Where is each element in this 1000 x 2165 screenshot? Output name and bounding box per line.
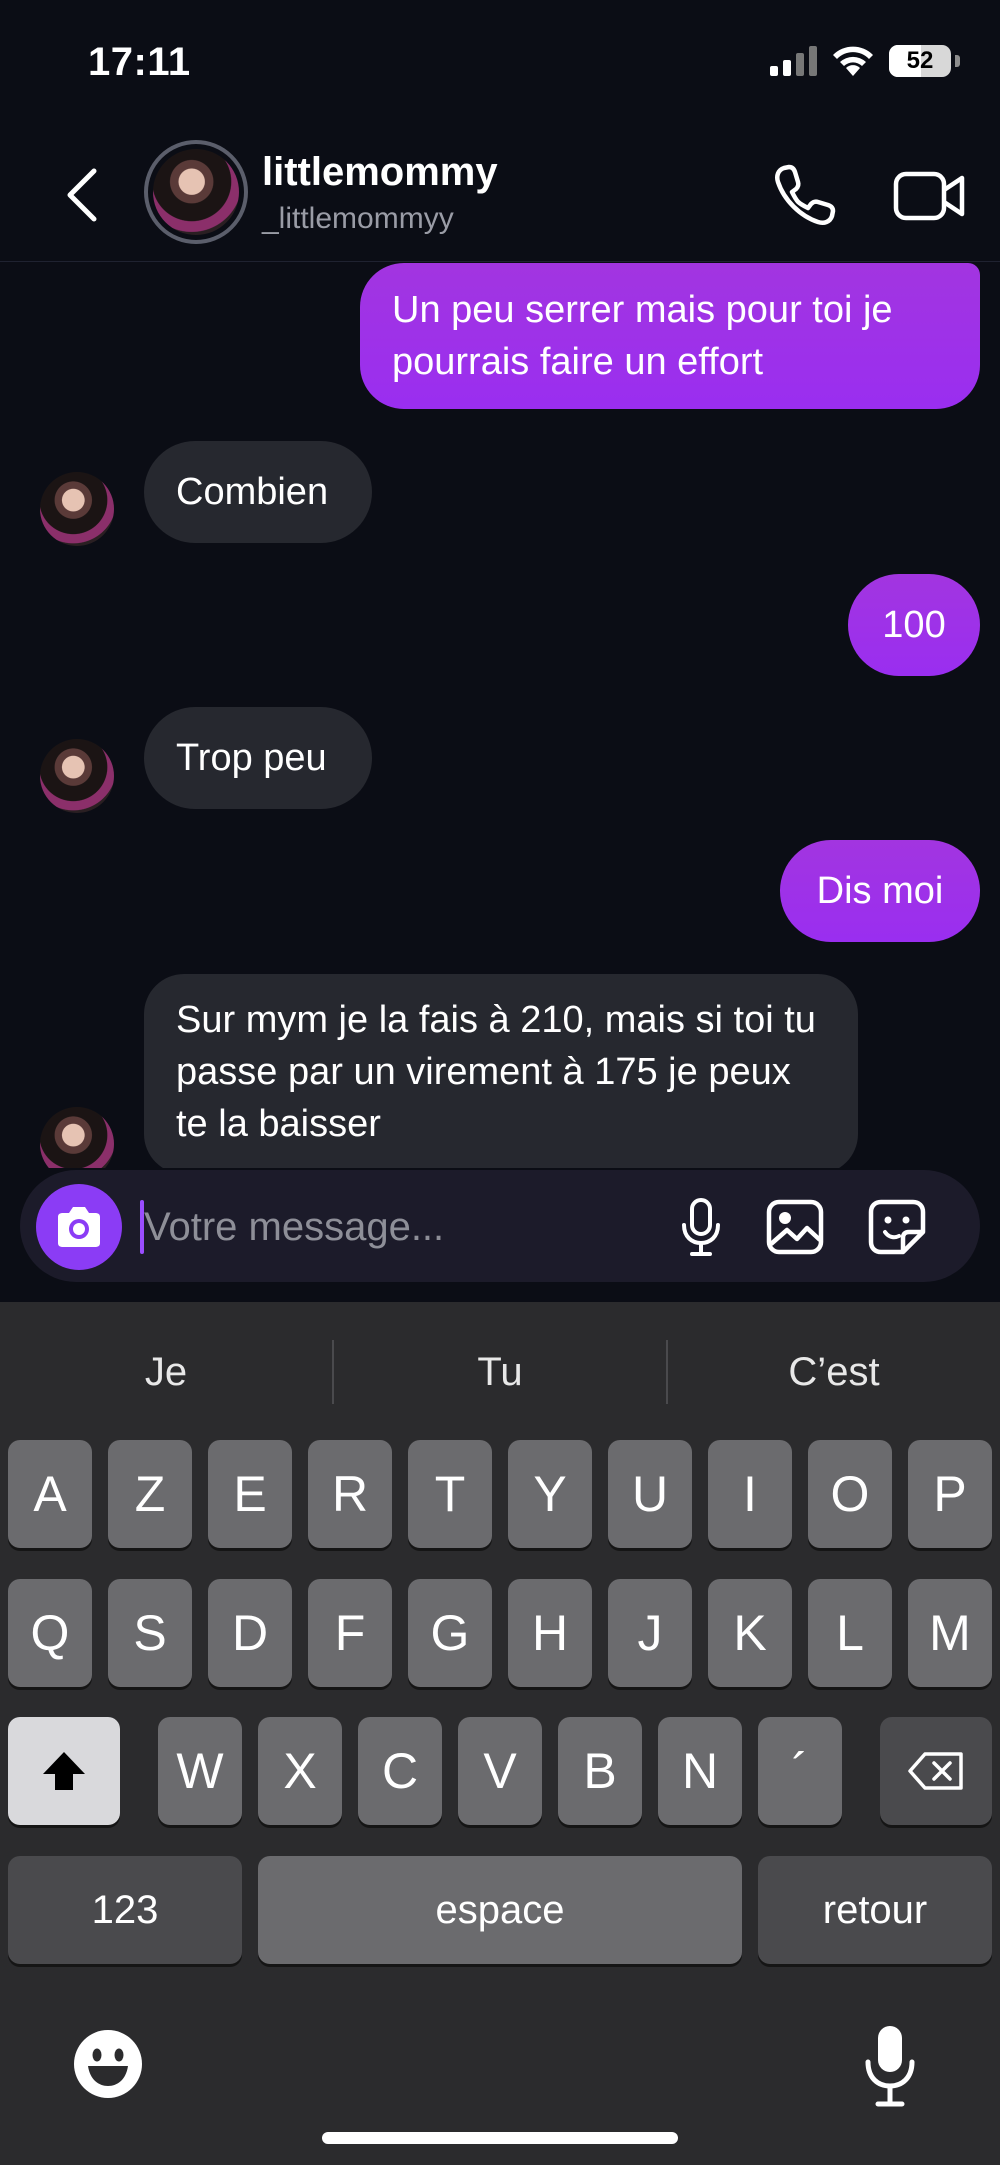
battery-icon: 52 xyxy=(889,45,951,77)
key[interactable]: V xyxy=(458,1717,542,1825)
key[interactable]: S xyxy=(108,1579,192,1687)
key[interactable]: X xyxy=(258,1717,342,1825)
contact-handle[interactable]: _littlemommyy xyxy=(262,202,454,236)
dictation-button[interactable] xyxy=(862,2022,918,2108)
key[interactable]: O xyxy=(808,1440,892,1548)
sender-avatar[interactable] xyxy=(40,1107,114,1168)
key[interactable]: D xyxy=(208,1579,292,1687)
microphone-icon xyxy=(865,2026,915,2107)
key[interactable]: E xyxy=(208,1440,292,1548)
chevron-left-icon xyxy=(67,168,97,222)
key[interactable]: G xyxy=(408,1579,492,1687)
key[interactable]: M xyxy=(908,1579,992,1687)
status-icons: 52 xyxy=(770,44,960,78)
predictive-bar: Je Tu C’est xyxy=(0,1332,1000,1412)
key[interactable]: Z xyxy=(108,1440,192,1548)
key[interactable]: K xyxy=(708,1579,792,1687)
shift-key[interactable] xyxy=(8,1717,120,1825)
battery-level: 52 xyxy=(906,47,934,74)
key[interactable]: I xyxy=(708,1440,792,1548)
message-text: 100 xyxy=(882,604,946,646)
status-bar: 17:11 52 xyxy=(0,0,1000,130)
avatar-image xyxy=(153,149,239,235)
microphone-icon xyxy=(682,1198,720,1256)
key[interactable]: F xyxy=(308,1579,392,1687)
sender-avatar[interactable] xyxy=(40,472,114,546)
message-incoming[interactable]: Trop peu xyxy=(144,707,372,809)
sender-avatar[interactable] xyxy=(40,739,114,813)
contact-avatar[interactable] xyxy=(144,140,248,244)
return-key[interactable]: retour xyxy=(758,1856,992,1964)
key[interactable]: T xyxy=(408,1440,492,1548)
keyboard: Je Tu C’est A Z E R T Y U I O P Q S D F … xyxy=(0,1302,1000,2165)
back-button[interactable] xyxy=(52,160,112,230)
key[interactable]: B xyxy=(558,1717,642,1825)
message-text: Combien xyxy=(176,471,329,513)
contact-name[interactable]: littlemommy xyxy=(262,150,498,195)
sticker-button[interactable] xyxy=(866,1196,928,1258)
voice-message-button[interactable] xyxy=(670,1196,732,1258)
key[interactable]: L xyxy=(808,1579,892,1687)
message-text: Dis moi xyxy=(816,870,944,912)
message-outgoing[interactable]: Un peu serrer mais pour toi je pourrais … xyxy=(360,263,980,409)
key[interactable]: W xyxy=(158,1717,242,1825)
wifi-icon xyxy=(833,46,873,76)
key[interactable]: P xyxy=(908,1440,992,1548)
message-text: Trop peu xyxy=(176,737,327,779)
key[interactable]: C xyxy=(358,1717,442,1825)
key[interactable]: N xyxy=(658,1717,742,1825)
status-time: 17:11 xyxy=(88,40,191,84)
voice-call-button[interactable] xyxy=(770,160,840,230)
key[interactable]: A xyxy=(8,1440,92,1548)
suggestion-2[interactable]: Tu xyxy=(334,1332,666,1412)
suggestion-3[interactable]: C’est xyxy=(668,1332,1000,1412)
cellular-signal-icon xyxy=(770,46,817,76)
chat-header: littlemommy _littlemommyy xyxy=(0,130,1000,262)
sticker-icon xyxy=(868,1199,926,1255)
home-indicator[interactable] xyxy=(322,2132,678,2144)
message-input[interactable] xyxy=(144,1192,644,1262)
message-outgoing[interactable]: Dis moi xyxy=(780,840,980,942)
key[interactable]: Y xyxy=(508,1440,592,1548)
gallery-button[interactable] xyxy=(764,1196,826,1258)
message-incoming[interactable]: Sur mym je la fais à 210, mais si toi tu… xyxy=(144,974,858,1168)
key[interactable]: ´ xyxy=(758,1717,842,1825)
backspace-key[interactable] xyxy=(880,1717,992,1825)
numbers-key[interactable]: 123 xyxy=(8,1856,242,1964)
camera-icon xyxy=(58,1207,100,1247)
message-text: Sur mym je la fais à 210, mais si toi tu… xyxy=(176,999,816,1145)
emoji-button[interactable] xyxy=(72,2028,144,2100)
key[interactable]: U xyxy=(608,1440,692,1548)
message-list[interactable]: Un peu serrer mais pour toi je pourrais … xyxy=(0,263,1000,1168)
message-incoming[interactable]: Combien xyxy=(144,441,372,543)
phone-icon xyxy=(775,164,836,225)
shift-arrow-icon xyxy=(43,1752,85,1790)
key[interactable]: Q xyxy=(8,1579,92,1687)
backspace-icon xyxy=(908,1752,963,1790)
key[interactable]: H xyxy=(508,1579,592,1687)
message-text: Un peu serrer mais pour toi je pourrais … xyxy=(392,289,893,383)
space-key[interactable]: espace xyxy=(258,1856,742,1964)
suggestion-1[interactable]: Je xyxy=(0,1332,332,1412)
message-composer xyxy=(20,1170,980,1282)
video-call-button[interactable] xyxy=(890,160,970,230)
key[interactable]: R xyxy=(308,1440,392,1548)
emoji-icon xyxy=(74,2030,142,2098)
camera-button[interactable] xyxy=(36,1184,122,1270)
image-icon xyxy=(766,1199,824,1255)
message-outgoing[interactable]: 100 xyxy=(848,574,980,676)
key[interactable]: J xyxy=(608,1579,692,1687)
video-camera-icon xyxy=(893,171,965,221)
